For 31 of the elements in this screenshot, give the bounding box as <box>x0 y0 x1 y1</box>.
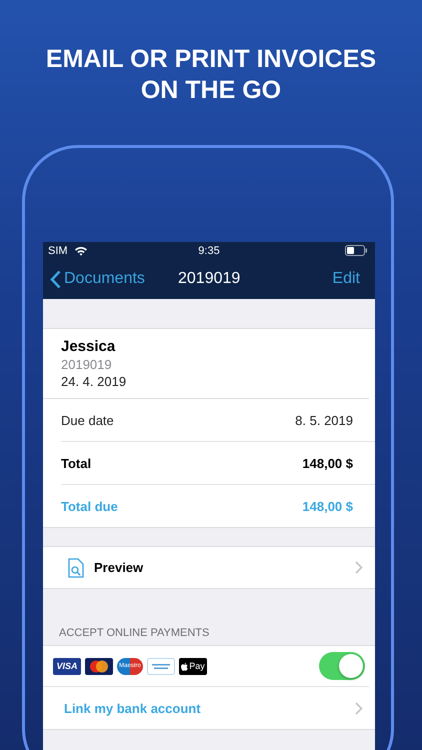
back-button[interactable]: Documents <box>43 270 145 288</box>
row-label: Total <box>61 456 92 470</box>
carrier: SIM <box>48 244 68 256</box>
invoice-date: 24. 4. 2019 <box>61 373 128 390</box>
card-logo <box>85 658 113 674</box>
card-logo <box>147 658 175 674</box>
row-value: 8. 5. 2019 <box>295 412 353 428</box>
battery-icon <box>345 245 367 256</box>
headline: EMAIL OR PRINT INVOICES <box>46 44 376 75</box>
back-chevron-icon <box>50 270 61 288</box>
document-search-icon <box>68 558 84 578</box>
invoice-number: 2019019 <box>61 356 113 373</box>
card-logo: Pay <box>179 658 207 674</box>
wifi-icon <box>74 246 88 256</box>
row-label: Due date <box>61 412 114 428</box>
chevron-icon <box>355 702 363 714</box>
client-name: Jessica <box>61 338 116 356</box>
section-header: ACCEPT ONLINE PAYMENTS <box>59 627 210 639</box>
chevron-icon <box>355 561 363 574</box>
clock: 9:35 <box>198 244 220 256</box>
edit-button[interactable]: Edit <box>332 270 375 288</box>
card-logo: VISA <box>53 658 81 674</box>
row-label: Total due <box>61 498 118 514</box>
headline: ON THE GO <box>140 75 282 106</box>
row-value: 148,00 $ <box>302 456 353 470</box>
toggle-switch[interactable] <box>319 652 365 680</box>
bank-link-label: Link my bank account <box>64 700 201 716</box>
row-value: 148,00 $ <box>302 498 353 514</box>
preview-row[interactable]: Preview <box>43 547 375 588</box>
preview-label: Preview <box>94 560 144 575</box>
nav-title: 2019019 <box>178 270 240 288</box>
